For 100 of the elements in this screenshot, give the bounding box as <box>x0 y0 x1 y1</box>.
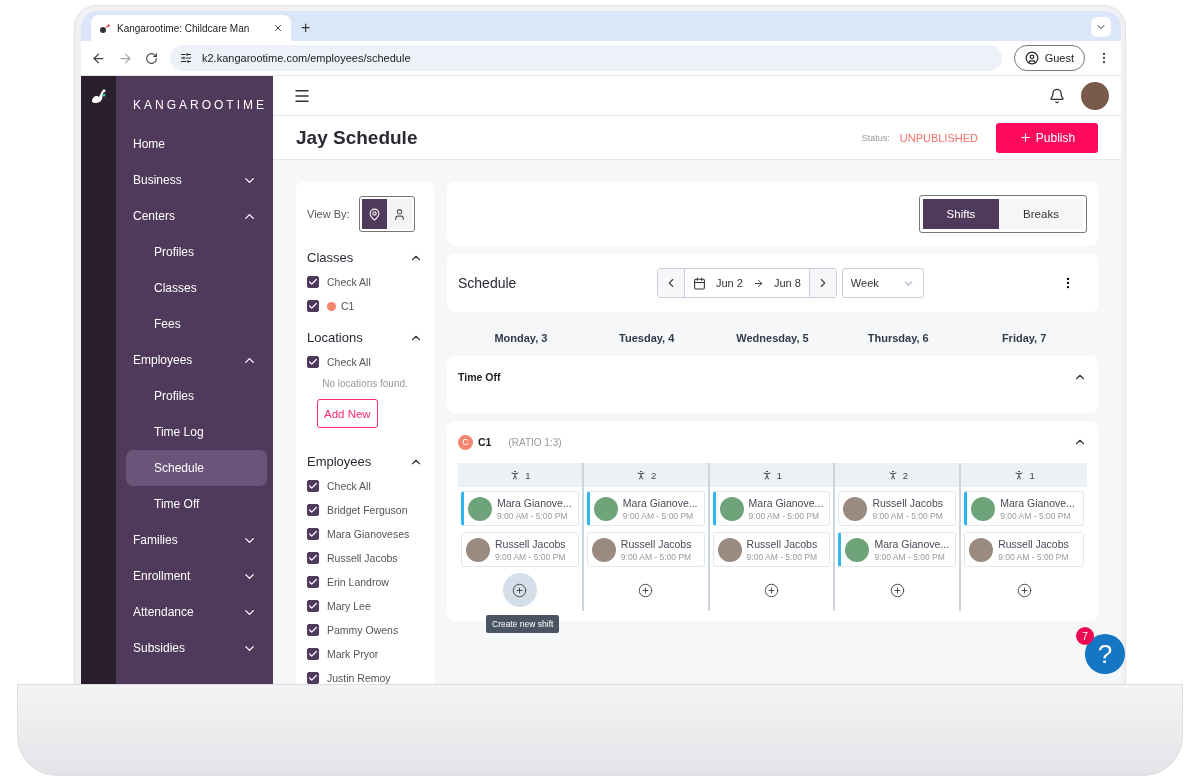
checkbox[interactable] <box>307 356 319 368</box>
view-toggle[interactable] <box>358 196 415 232</box>
avatar <box>591 537 616 562</box>
view-option[interactable] <box>386 199 412 229</box>
nav-item[interactable]: Profiles <box>126 234 267 270</box>
staff-count: 1 <box>961 463 1087 487</box>
employee-name: Russell Jacobs <box>620 537 692 550</box>
page-title: Jay Schedule <box>296 126 418 149</box>
employee-name: Russell Jacobs <box>872 496 943 509</box>
shift-card[interactable]: Russell Jacobs 9:00 AM - 5:00 PM <box>964 532 1084 567</box>
address-bar[interactable]: k2.kangarootime.com/employees/schedule <box>170 45 1002 71</box>
browser-tab[interactable]: Kangarootime: Childcare Man <box>91 15 291 41</box>
class-badge: C <box>458 434 473 450</box>
nav-item[interactable]: Business <box>132 162 267 198</box>
shift-time: 9:00 AM - 5:00 PM <box>748 510 820 521</box>
new-tab-button[interactable]: + <box>301 19 311 37</box>
site-settings-icon[interactable] <box>180 52 192 64</box>
nav-item[interactable]: Subsidies <box>132 630 267 666</box>
employee-name: Mara Gianove... <box>622 496 698 509</box>
nav-item[interactable]: Families <box>132 522 267 558</box>
nav-item[interactable]: Classes <box>126 270 267 306</box>
avatar <box>593 496 618 521</box>
checkbox[interactable] <box>307 300 319 312</box>
location-pin-icon <box>367 207 381 221</box>
checkbox[interactable] <box>307 600 319 612</box>
nav-item[interactable]: Fees <box>126 306 267 342</box>
url-text: k2.kangarootime.com/employees/schedule <box>202 52 411 64</box>
calendar-icon[interactable] <box>693 276 706 290</box>
plus-circle-icon <box>1016 582 1032 598</box>
checkbox[interactable] <box>307 480 319 492</box>
day-header: Tuesday, 4 <box>618 332 676 344</box>
staff-count: 2 <box>835 463 960 487</box>
shift-card[interactable]: Russell Jacobs 9:00 AM - 5:00 PM <box>586 532 705 567</box>
checkbox-label: Mark Pryor <box>327 648 379 660</box>
avatar <box>969 537 994 562</box>
brand-name: KANGAROOTIME <box>133 98 267 112</box>
plus-circle-icon <box>638 582 654 598</box>
section-title: Employees <box>307 454 372 469</box>
add-shift-button[interactable] <box>502 573 537 607</box>
nav-item[interactable]: Attendance <box>132 594 267 630</box>
checkbox-label: Pammy Owens <box>327 624 399 636</box>
shift-card[interactable]: Mara Gianove... 9:00 AM - 5:00 PM <box>712 491 831 526</box>
close-icon[interactable] <box>273 23 283 33</box>
avatar <box>717 537 742 562</box>
section-title: Classes <box>307 250 354 265</box>
avatar <box>468 496 492 521</box>
shift-card[interactable]: Russell Jacobs 9:00 AM - 5:00 PM <box>461 532 579 567</box>
checkbox-label: Russell Jacobs <box>327 552 398 564</box>
back-icon[interactable] <box>91 50 106 66</box>
profile-button[interactable]: Guest <box>1013 45 1085 71</box>
checkbox[interactable] <box>307 528 319 540</box>
publish-button[interactable]: Publish <box>996 122 1098 153</box>
employee-name: Mara Gianove... <box>1000 496 1075 509</box>
checkbox[interactable] <box>307 624 319 636</box>
checkbox[interactable] <box>307 648 319 660</box>
plus-circle-icon <box>764 582 779 598</box>
view-option[interactable] <box>361 199 387 229</box>
checkbox-label: Erin Landrow <box>327 576 389 588</box>
shift-card[interactable]: Russell Jacobs 9:00 AM - 5:00 PM <box>838 491 957 526</box>
user-avatar[interactable] <box>1081 81 1109 110</box>
plus-circle-icon <box>512 582 528 598</box>
day-header: Thursday, 6 <box>866 332 930 344</box>
status-label: Status: <box>861 132 890 143</box>
mode-tab[interactable]: Shifts <box>923 199 999 229</box>
shift-card[interactable]: Mara Gianove... 9:00 AM - 5:00 PM <box>838 532 957 567</box>
checkbox-label: Check All <box>327 356 371 368</box>
shift-card[interactable]: Russell Jacobs 9:00 AM - 5:00 PM <box>712 532 831 567</box>
nav-item[interactable]: Time Off <box>126 486 267 522</box>
nav-item[interactable]: Schedule <box>126 450 267 486</box>
reload-icon[interactable] <box>145 51 158 65</box>
status-value: UNPUBLISHED <box>899 131 978 144</box>
panel-title: Time Off <box>458 371 501 383</box>
shift-card[interactable]: Mara Gianove... 9:00 AM - 5:00 PM <box>964 491 1084 526</box>
avatar <box>971 496 996 521</box>
employee-name: Russell Jacobs <box>746 537 818 550</box>
checkbox[interactable] <box>307 504 319 516</box>
add-new-button[interactable]: Add New <box>317 399 378 428</box>
shift-card[interactable]: Mara Gianove... 9:00 AM - 5:00 PM <box>461 491 579 526</box>
checkbox[interactable] <box>307 276 319 288</box>
nav-item[interactable]: Time Log <box>126 414 267 450</box>
section-title: Locations <box>307 330 363 345</box>
checkbox[interactable] <box>307 576 319 588</box>
plus-icon <box>1018 131 1032 144</box>
shift-card[interactable]: Mara Gianove... 9:00 AM - 5:00 PM <box>586 491 705 526</box>
nav-item[interactable]: Profiles <box>126 378 267 414</box>
mode-tab[interactable]: Breaks <box>999 199 1083 229</box>
end-date: Jun 8 <box>773 277 801 289</box>
nav-item[interactable]: Home <box>132 126 267 162</box>
employee-name: Mara Gianove... <box>497 496 572 509</box>
nav-item[interactable]: Enrollment <box>132 558 267 594</box>
shift-time: 9:00 AM - 5:00 PM <box>872 510 943 521</box>
nav-item[interactable]: Employees <box>132 342 267 378</box>
checkbox-label: C1 <box>341 300 355 312</box>
period-select[interactable]: Week <box>841 268 924 298</box>
nav-item[interactable]: Centers <box>132 198 267 234</box>
checkbox[interactable] <box>307 552 319 564</box>
checkbox[interactable] <box>307 672 319 684</box>
shift-time: 9:00 AM - 5:00 PM <box>620 551 692 562</box>
arrow-right-icon <box>752 277 764 289</box>
bell-icon[interactable] <box>1049 87 1065 104</box>
